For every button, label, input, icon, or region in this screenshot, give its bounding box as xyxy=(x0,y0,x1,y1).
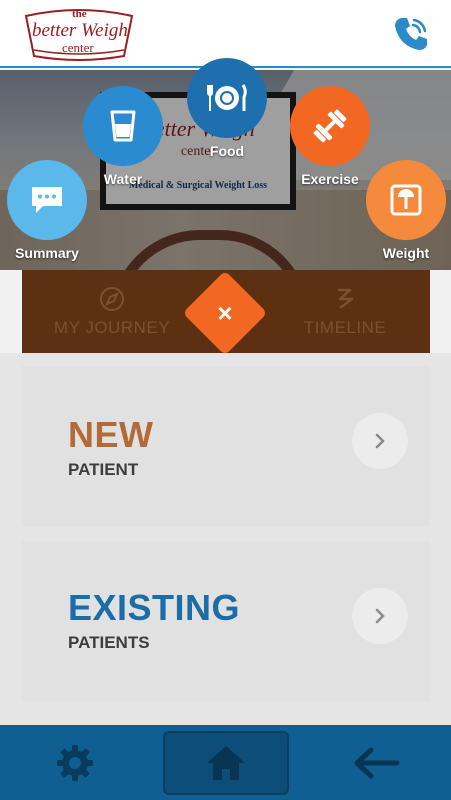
menu-water[interactable]: Water xyxy=(83,86,163,187)
menu-weight-label: Weight xyxy=(382,245,430,261)
exercise-circle[interactable] xyxy=(290,86,370,166)
new-patient-arrow-button[interactable] xyxy=(352,413,408,469)
dumbbell-icon xyxy=(313,109,347,143)
food-circle[interactable] xyxy=(187,58,267,138)
better-weigh-logo[interactable]: the better Weigh center xyxy=(20,6,138,62)
new-title: NEW xyxy=(68,414,154,455)
bottom-navigation xyxy=(0,725,451,800)
menu-exercise[interactable]: Exercise xyxy=(290,86,370,187)
existing-patients-card[interactable]: EXISTING PATIENTS xyxy=(22,541,430,701)
compass-icon xyxy=(100,287,124,311)
menu-weight[interactable]: Weight xyxy=(366,160,446,261)
tab-timeline[interactable]: TIMELINE xyxy=(270,282,420,346)
home-button[interactable] xyxy=(163,731,289,795)
chevron-right-icon xyxy=(375,608,385,624)
menu-food-label: Food xyxy=(209,143,245,159)
chevron-right-icon xyxy=(375,433,385,449)
logo-word-better-weigh: better Weigh xyxy=(32,20,128,41)
menu-summary-label: Summary xyxy=(15,245,79,261)
back-button[interactable] xyxy=(340,731,412,795)
existing-title: EXISTING xyxy=(68,587,241,628)
plate-utensils-icon xyxy=(207,84,247,111)
scale-icon xyxy=(390,184,422,216)
arrow-left-icon xyxy=(354,747,400,779)
existing-subtitle: PATIENTS xyxy=(68,633,150,652)
timeline-icon xyxy=(338,288,354,309)
gear-icon xyxy=(57,745,93,781)
weight-circle[interactable] xyxy=(366,160,446,240)
tab-my-journey-label: MY JOURNEY xyxy=(53,318,171,337)
new-subtitle: PATIENT xyxy=(68,460,139,479)
tab-my-journey[interactable]: MY JOURNEY xyxy=(37,282,187,346)
logo-word-the: the xyxy=(72,8,87,20)
menu-food[interactable]: Food xyxy=(187,58,267,159)
chat-bubble-icon xyxy=(32,187,62,213)
logo-word-center: center xyxy=(62,40,94,55)
call-button[interactable] xyxy=(389,12,433,56)
settings-button[interactable] xyxy=(40,731,110,795)
new-patient-card[interactable]: NEW PATIENT xyxy=(22,366,430,526)
home-icon xyxy=(207,746,245,780)
phone-icon xyxy=(395,18,427,50)
close-icon[interactable]: × xyxy=(195,283,255,343)
water-glass-icon xyxy=(110,110,136,142)
water-circle[interactable] xyxy=(83,86,163,166)
existing-patients-arrow-button[interactable] xyxy=(352,588,408,644)
menu-water-label: Water xyxy=(103,171,143,187)
tab-timeline-label: TIMELINE xyxy=(303,318,387,337)
